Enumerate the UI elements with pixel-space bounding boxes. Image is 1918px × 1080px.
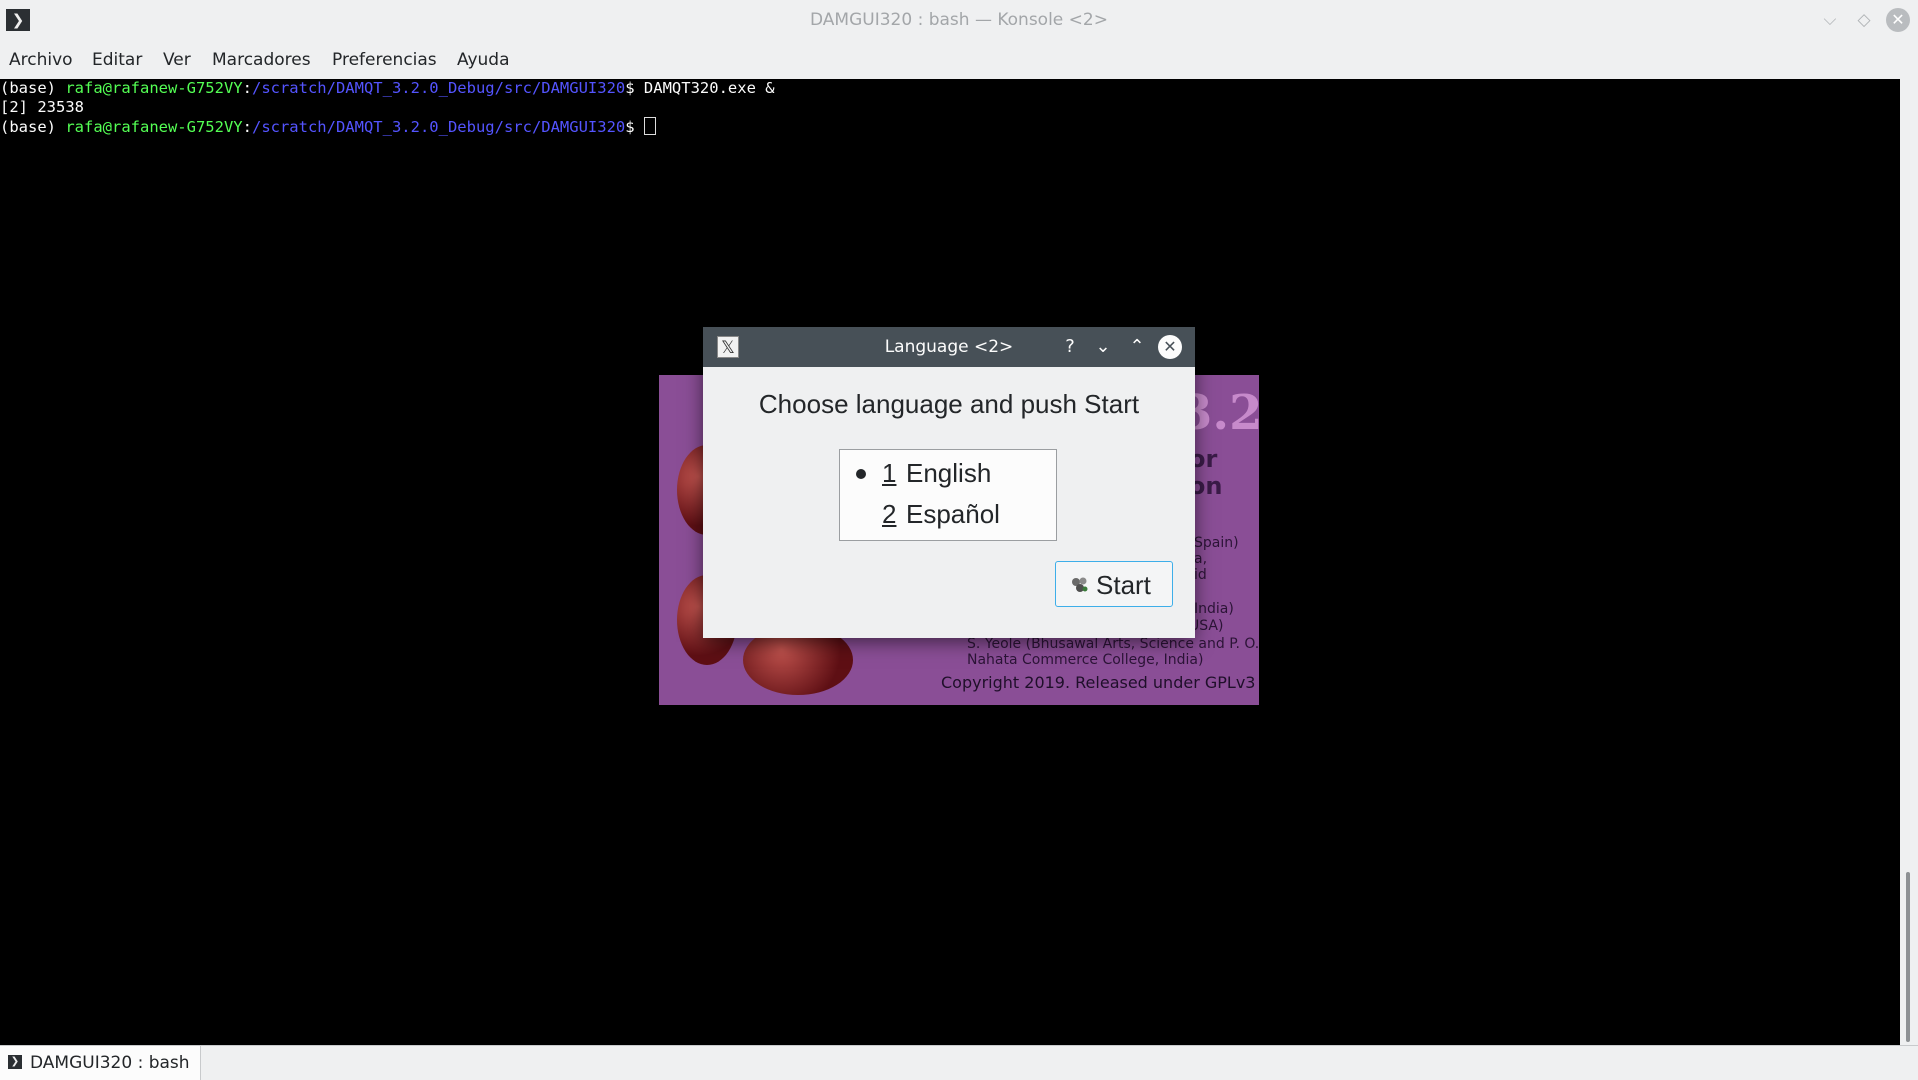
language-option-english[interactable]: 1 English bbox=[840, 454, 1056, 494]
language-options: 1 English 2 Español bbox=[839, 449, 1057, 541]
text-cursor bbox=[643, 117, 656, 135]
option-label: Español bbox=[906, 499, 1000, 529]
splash-credit: a, bbox=[1194, 551, 1208, 567]
splash-credit: Nahata Commerce College, India) bbox=[967, 652, 1204, 668]
minimize-button[interactable]: ⌵ bbox=[1818, 8, 1842, 32]
menu-archivo[interactable]: Archivo bbox=[9, 50, 73, 70]
close-dialog-button[interactable]: ✕ bbox=[1158, 335, 1182, 359]
option-number: 1 bbox=[882, 458, 897, 488]
help-button[interactable]: ? bbox=[1058, 335, 1082, 359]
splash-copyright: Copyright 2019. Released under GPLv3 bbox=[941, 673, 1256, 692]
dialog-prompt: Choose language and push Start bbox=[758, 389, 1140, 419]
start-label: Start bbox=[1096, 570, 1151, 600]
menu-preferencias[interactable]: Preferencias bbox=[332, 50, 437, 70]
splash-credit: India) bbox=[1194, 601, 1234, 617]
terminal-line: (base) rafa@rafanew-G752VY:/scratch/DAMQ… bbox=[0, 117, 656, 137]
selected-radio-indicator bbox=[856, 469, 866, 479]
splash-credit: S. Yeole (Bhusawal Arts, Science and P. … bbox=[967, 636, 1259, 652]
start-button[interactable]: Start bbox=[1055, 561, 1173, 607]
menu-ver[interactable]: Ver bbox=[163, 50, 191, 70]
maximize-dialog-button[interactable]: ⌃ bbox=[1125, 335, 1149, 359]
scrollbar-thumb[interactable] bbox=[1906, 872, 1910, 1042]
option-number: 2 bbox=[882, 499, 897, 529]
window-titlebar: ❯ DAMGUI320 : bash — Konsole <2> ⌵ ◇ ✕ bbox=[0, 0, 1918, 40]
dialog-title: Language <2> bbox=[884, 337, 1014, 357]
tab-bar: ❯ DAMGUI320 : bash bbox=[0, 1045, 1918, 1080]
menu-marcadores[interactable]: Marcadores bbox=[212, 50, 311, 70]
option-label: English bbox=[906, 458, 992, 488]
menu-bar: Archivo Editar Ver Marcadores Preferenci… bbox=[0, 40, 1918, 79]
tab-label: DAMGUI320 : bash bbox=[30, 1053, 190, 1073]
terminal-line: [2] 23538 bbox=[0, 98, 84, 116]
terminal-line: (base) rafa@rafanew-G752VY:/scratch/DAMQ… bbox=[0, 79, 775, 97]
menu-ayuda[interactable]: Ayuda bbox=[457, 50, 510, 70]
terminal-icon: ❯ bbox=[8, 1055, 22, 1069]
language-option-espanol[interactable]: 2 Español bbox=[840, 495, 1056, 535]
tab-damgui320-bash[interactable]: ❯ DAMGUI320 : bash bbox=[0, 1046, 201, 1080]
window-title: DAMGUI320 : bash — Konsole <2> bbox=[810, 10, 1108, 30]
molecule-icon bbox=[1072, 577, 1088, 592]
splash-credit: Spain) bbox=[1194, 535, 1239, 551]
minimize-dialog-button[interactable]: ⌄ bbox=[1091, 335, 1115, 359]
menu-editar[interactable]: Editar bbox=[92, 50, 142, 70]
dialog-titlebar: 𝕏 Language <2> ? ⌄ ⌃ ✕ bbox=[703, 327, 1195, 367]
keep-above-button[interactable]: ◇ bbox=[1852, 8, 1876, 32]
splash-credit: id bbox=[1194, 567, 1207, 583]
language-dialog: 𝕏 Language <2> ? ⌄ ⌃ ✕ Choose language a… bbox=[703, 327, 1195, 638]
close-window-button[interactable]: ✕ bbox=[1886, 8, 1910, 32]
